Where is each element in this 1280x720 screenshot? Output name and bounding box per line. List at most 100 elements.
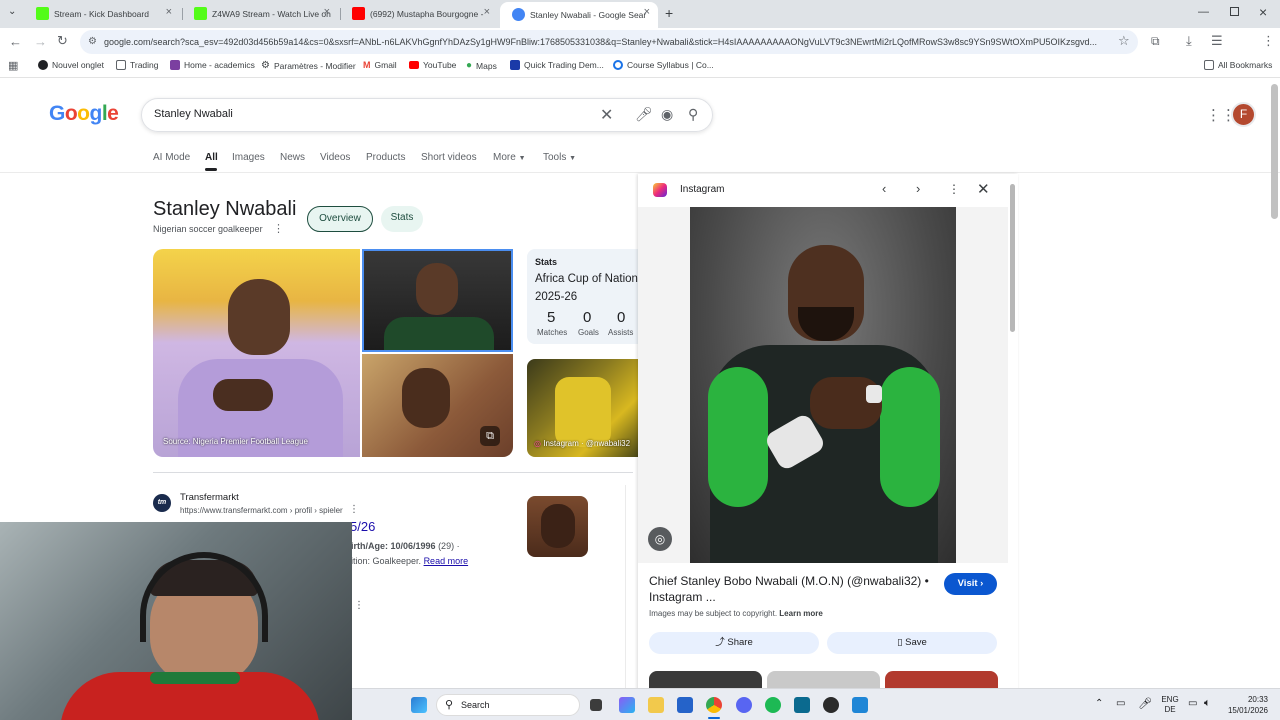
tab-close-icon[interactable]: × bbox=[166, 6, 172, 18]
search-box[interactable]: Stanley Nwabali ✕ 🎤︎ ◉ ⚲ bbox=[141, 98, 713, 132]
tab-short-videos[interactable]: Short videos bbox=[421, 152, 477, 163]
tab-kick-dashboard[interactable]: Stream - Kick Dashboard × bbox=[24, 0, 180, 28]
minimize-icon[interactable]: — bbox=[1198, 6, 1209, 18]
save-button[interactable]: ▯ Save bbox=[827, 632, 997, 654]
wifi-icon[interactable]: ▭ bbox=[1188, 698, 1197, 709]
result-thumbnail[interactable] bbox=[527, 496, 588, 557]
obs-icon[interactable] bbox=[823, 697, 839, 713]
microphone-icon[interactable]: 🎤︎ bbox=[1138, 697, 1152, 710]
bookmark-gmail[interactable]: M Gmail bbox=[363, 60, 397, 70]
instagram-image-tile[interactable]: ◎ Instagram · @nwabali32 bbox=[527, 359, 642, 457]
overview-pill[interactable]: Overview bbox=[307, 206, 373, 232]
back-icon[interactable]: ← bbox=[9, 34, 22, 49]
reload-icon[interactable]: ↻ bbox=[57, 33, 68, 49]
tab-tools[interactable]: Tools ▼ bbox=[543, 152, 576, 163]
search-icon[interactable]: ⚲ bbox=[688, 106, 698, 123]
clear-icon[interactable]: ✕ bbox=[600, 105, 613, 125]
windows-start-icon[interactable] bbox=[411, 697, 427, 713]
more-images-icon[interactable]: ⧉ bbox=[480, 426, 500, 446]
extensions-icon[interactable]: ⧉ bbox=[1151, 34, 1160, 49]
player-sleeve-right bbox=[880, 367, 940, 507]
bookmark-nouvel-onglet[interactable]: Nouvel onglet bbox=[38, 60, 104, 70]
player-image-main[interactable]: Source: Nigeria Premier Football League bbox=[153, 249, 360, 457]
share-button[interactable]: ⤴ Share bbox=[649, 632, 819, 654]
tab-all[interactable]: All bbox=[205, 152, 218, 163]
player-image-keeper[interactable]: ⧉ bbox=[362, 354, 513, 457]
download-icon[interactable]: ⤓ bbox=[1186, 33, 1192, 49]
bookmark-star-icon[interactable]: ☆ bbox=[1118, 33, 1130, 49]
close-window-icon[interactable]: × bbox=[1259, 4, 1267, 20]
copilot-icon[interactable] bbox=[619, 697, 635, 713]
new-tab-icon[interactable]: + bbox=[665, 5, 673, 21]
language-indicator[interactable]: ENG DE bbox=[1157, 695, 1183, 715]
lens-icon[interactable]: ◉ bbox=[661, 106, 673, 123]
tab-images[interactable]: Images bbox=[232, 152, 265, 163]
stats-pill[interactable]: Stats bbox=[381, 206, 423, 232]
read-more-link[interactable]: Read more bbox=[424, 556, 469, 566]
result-title[interactable]: 5/26 bbox=[350, 519, 375, 534]
google-logo[interactable]: Google bbox=[49, 102, 119, 126]
all-bookmarks[interactable]: All Bookmarks bbox=[1204, 60, 1272, 70]
spotify-icon[interactable] bbox=[765, 697, 781, 713]
stats-card[interactable]: Stats Africa Cup of Nations 2025-26 5 Ma… bbox=[527, 249, 644, 344]
volume-icon[interactable]: 🔈︎ bbox=[1204, 697, 1211, 710]
forward-icon[interactable]: → bbox=[34, 34, 47, 49]
bookmark-trading[interactable]: Trading bbox=[116, 60, 159, 70]
tab-videos[interactable]: Videos bbox=[320, 152, 350, 163]
learn-more-link[interactable]: Learn more bbox=[779, 609, 823, 618]
panel-more-icon[interactable]: ⋮ bbox=[948, 182, 960, 196]
task-view-icon[interactable] bbox=[590, 699, 602, 711]
result-options-icon[interactable]: ⋮ bbox=[354, 600, 364, 611]
file-explorer-icon[interactable] bbox=[648, 697, 664, 713]
site-info-icon[interactable]: ⚙ bbox=[88, 30, 97, 54]
result-more-icon[interactable]: ⋮ bbox=[349, 504, 359, 515]
network-icon[interactable]: ▭ bbox=[1116, 698, 1125, 709]
menu-icon[interactable]: ⋮ bbox=[1262, 33, 1275, 49]
tab-search-icon[interactable]: ☰ bbox=[1211, 33, 1223, 49]
tab-close-icon[interactable]: × bbox=[644, 6, 650, 18]
lens-search-icon[interactable]: ◎ bbox=[648, 527, 672, 551]
panel-title[interactable]: Chief Stanley Bobo Nwabali (M.O.N) (@nwa… bbox=[649, 573, 934, 605]
tab-youtube-mustapha[interactable]: (6992) Mustapha Bourgogne - × bbox=[340, 0, 498, 28]
bookmark-youtube[interactable]: YouTube bbox=[409, 60, 456, 70]
tab-news[interactable]: News bbox=[280, 152, 305, 163]
clock[interactable]: 20:33 15/01/2026 bbox=[1218, 694, 1268, 716]
tab-ai-mode[interactable]: AI Mode bbox=[153, 152, 190, 163]
bookmark-parametres[interactable]: ⚙ Paramètres - Modifier bbox=[261, 60, 356, 71]
apps-grid-icon[interactable]: ▦ bbox=[8, 59, 18, 72]
tab-search-icon[interactable]: ⌄ bbox=[8, 6, 16, 17]
tray-chevron-icon[interactable]: ⌃ bbox=[1095, 698, 1103, 709]
next-icon[interactable]: › bbox=[916, 181, 920, 196]
app-icon[interactable] bbox=[852, 697, 868, 713]
bookmark-maps[interactable]: ● Maps bbox=[466, 60, 497, 71]
calculator-icon[interactable] bbox=[794, 697, 810, 713]
more-options-icon[interactable]: ⋮ bbox=[273, 222, 284, 235]
tab-more[interactable]: More ▼ bbox=[493, 152, 526, 163]
tab-z4wa9-stream[interactable]: Z4WA9 Stream - Watch Live on × bbox=[182, 0, 338, 28]
page-scrollbar[interactable] bbox=[1271, 84, 1278, 219]
player-face bbox=[228, 279, 290, 355]
tab-products[interactable]: Products bbox=[366, 152, 405, 163]
address-bar[interactable]: ⚙ google.com/search?sca_esv=492d03d456b5… bbox=[80, 30, 1138, 54]
player-image-selected[interactable] bbox=[362, 249, 513, 352]
bookmark-home-academics[interactable]: Home - academics bbox=[170, 60, 255, 70]
bookmark-course-syllabus[interactable]: Course Syllabus | Co... bbox=[613, 60, 714, 70]
tab-google-search[interactable]: Stanley Nwabali - Google Sear × bbox=[500, 2, 658, 28]
webcam-overlay bbox=[0, 522, 352, 720]
panel-scrollbar[interactable] bbox=[1010, 184, 1015, 332]
panel-player-photo[interactable] bbox=[690, 207, 956, 563]
panel-close-icon[interactable]: ✕ bbox=[977, 180, 990, 198]
visit-button[interactable]: Visit › bbox=[944, 573, 997, 595]
tab-close-icon[interactable]: × bbox=[324, 6, 330, 18]
taskbar-search[interactable]: ⚲ Search bbox=[436, 694, 580, 716]
previous-icon[interactable]: ‹ bbox=[882, 181, 886, 196]
restore-icon[interactable] bbox=[1230, 7, 1239, 16]
tab-close-icon[interactable]: × bbox=[484, 6, 490, 18]
chrome-icon[interactable] bbox=[706, 697, 722, 713]
mic-icon[interactable]: 🎤︎ bbox=[635, 106, 653, 123]
store-icon[interactable] bbox=[677, 697, 693, 713]
search-input[interactable]: Stanley Nwabali bbox=[154, 108, 233, 120]
discord-icon[interactable] bbox=[736, 697, 752, 713]
account-avatar[interactable]: F bbox=[1231, 102, 1256, 127]
bookmark-quick-trading[interactable]: Quick Trading Dem... bbox=[510, 60, 604, 70]
